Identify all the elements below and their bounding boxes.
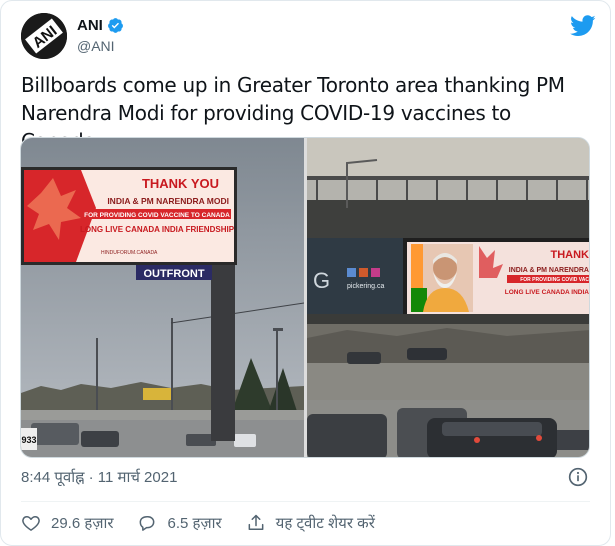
photo-billboard-highway[interactable]: 933 OUTFRONT THANK YOU INDIA & PM NAREND… bbox=[21, 138, 304, 457]
billboard-footer: HINDUFORUM.CANADA bbox=[101, 250, 158, 256]
billboard-right-line-3: LONG LIVE CANADA INDIA bbox=[505, 289, 590, 296]
outfront-brand-label: OUTFRONT bbox=[143, 268, 204, 280]
like-button[interactable]: 29.6 हज़ार bbox=[21, 513, 113, 533]
tweet-timestamp[interactable]: 8:44 पूर्वाह्न · 11 मार्च 2021 bbox=[21, 467, 177, 487]
sign-number-text: 933 bbox=[21, 435, 36, 445]
billboard-line-1: INDIA & PM NARENDRA MODI bbox=[107, 196, 229, 206]
info-icon[interactable] bbox=[568, 467, 588, 487]
divider bbox=[21, 501, 590, 502]
photo-billboard-overpass[interactable]: G pickering.ca THANK INDIA & PM NARENDRA… bbox=[307, 138, 590, 457]
billboard-right-line-1: INDIA & PM NARENDRA bbox=[509, 267, 589, 274]
heart-icon bbox=[22, 516, 40, 531]
tweet-media[interactable]: 933 OUTFRONT THANK YOU INDIA & PM NAREND… bbox=[20, 137, 590, 458]
like-count: 29.6 हज़ार bbox=[51, 515, 114, 532]
side-panel-url: pickering.ca bbox=[347, 283, 384, 290]
reply-bubble-icon bbox=[140, 516, 155, 531]
tweet-card: ANI ANI @ANI Billboards come up in Great… bbox=[0, 0, 611, 546]
tweet-text-line-1: Billboards come up in Greater Toronto ar… bbox=[21, 73, 565, 97]
reply-button[interactable]: 6.5 हज़ार bbox=[137, 513, 222, 533]
tweet-header: ANI ANI @ANI bbox=[21, 11, 596, 59]
tweet-actions: 29.6 हज़ार 6.5 हज़ार यह ट्वीट शेयर करें bbox=[21, 511, 399, 535]
avatar[interactable]: ANI bbox=[21, 13, 67, 59]
billboard-line-2: FOR PROVIDING COVID VACCINE TO CANADA bbox=[84, 212, 230, 219]
billboard-right-thank: THANK bbox=[551, 249, 590, 261]
author-handle[interactable]: @ANI bbox=[77, 38, 115, 54]
billboard-line-3: LONG LIVE CANADA INDIA FRIENDSHIP bbox=[80, 225, 235, 234]
reply-count: 6.5 हज़ार bbox=[167, 515, 222, 532]
share-label: यह ट्वीट शेयर करें bbox=[275, 515, 375, 532]
author-name[interactable]: ANI bbox=[77, 17, 103, 34]
verified-badge-icon bbox=[107, 18, 123, 33]
share-icon bbox=[248, 514, 264, 530]
side-panel-letter: G bbox=[313, 268, 330, 293]
share-button[interactable]: यह ट्वीट शेयर करें bbox=[246, 513, 375, 533]
twitter-bird-icon[interactable] bbox=[570, 15, 596, 37]
billboard-right-line-2: FOR PROVIDING COVID VAC bbox=[520, 277, 589, 283]
billboard-thank-you: THANK YOU bbox=[142, 176, 219, 191]
